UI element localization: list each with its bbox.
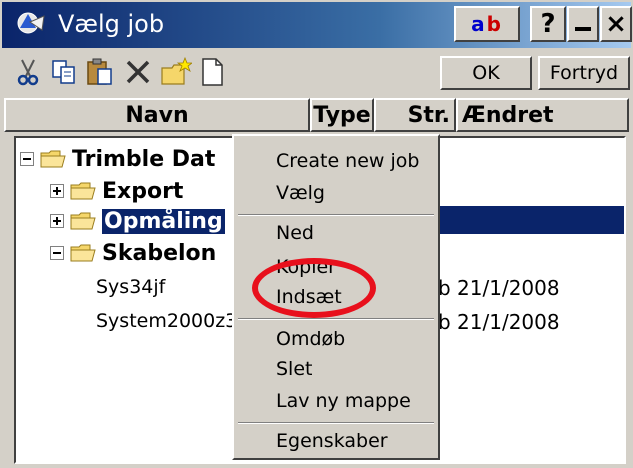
job-date: b 21/1/2008	[438, 276, 560, 300]
close-icon: ×	[605, 9, 627, 39]
tree-item-export[interactable]: Export	[50, 176, 183, 206]
minimize-button[interactable]	[567, 6, 599, 42]
selection-highlight	[436, 206, 624, 234]
column-type[interactable]: Type	[310, 98, 374, 132]
expand-icon[interactable]	[50, 214, 64, 228]
menu-item-lav-ny-mappe[interactable]: Lav ny mappe	[276, 388, 411, 414]
menu-separator	[238, 318, 434, 320]
menu-item-vaelg[interactable]: Vælg	[276, 180, 325, 206]
tree-item-label: Trimble Dat	[72, 146, 216, 172]
tree-item-label: Opmåling	[102, 208, 225, 234]
paste-icon[interactable]	[84, 56, 116, 88]
folder-icon	[70, 244, 96, 262]
job-row-sys34jf[interactable]: Sys34jf	[96, 272, 165, 302]
window-title: Vælg job	[58, 10, 165, 38]
column-header: Navn Type Str. Ændret	[4, 98, 629, 132]
input-mode-button[interactable]: ab	[454, 6, 520, 42]
help-button[interactable]: ?	[530, 6, 566, 42]
cut-icon[interactable]	[12, 56, 44, 88]
folder-icon	[40, 150, 66, 168]
close-button[interactable]: ×	[600, 6, 632, 42]
tree-item-label: Export	[102, 178, 184, 204]
input-mode-b: b	[486, 12, 503, 36]
tree-item-label: Skabelon	[102, 240, 217, 266]
menu-item-omdob[interactable]: Omdøb	[276, 326, 345, 352]
column-name[interactable]: Navn	[4, 98, 310, 132]
expand-icon[interactable]	[50, 184, 64, 198]
ok-button[interactable]: OK	[440, 56, 532, 90]
folder-icon	[70, 182, 96, 200]
menu-item-create-new-job[interactable]: Create new job	[276, 148, 419, 174]
app-icon	[17, 12, 45, 34]
tree-root[interactable]: Trimble Dat	[20, 144, 215, 174]
collapse-icon[interactable]	[50, 246, 64, 260]
menu-separator	[238, 214, 434, 216]
column-modified[interactable]: Ændret	[456, 98, 629, 132]
tree-item-skabelon[interactable]: Skabelon	[50, 238, 216, 268]
menu-item-ned[interactable]: Ned	[276, 220, 314, 246]
cancel-button[interactable]: Fortryd	[538, 56, 630, 90]
title-bar[interactable]: Vælg job ab ? ×	[2, 2, 632, 48]
menu-item-egenskaber[interactable]: Egenskaber	[276, 428, 388, 454]
toolbar: OK Fortryd	[2, 50, 631, 96]
column-size[interactable]: Str.	[374, 98, 456, 132]
delete-icon[interactable]	[122, 56, 154, 88]
job-name: System2000z3	[96, 310, 238, 332]
job-row-system2000z3[interactable]: System2000z3	[96, 306, 237, 336]
annotation-circle	[252, 258, 376, 318]
input-mode-a: a	[471, 12, 487, 36]
minimize-icon	[575, 27, 591, 31]
collapse-icon[interactable]	[20, 152, 34, 166]
menu-separator	[238, 422, 434, 424]
dialog-window: Vælg job ab ? × OK Fortryd Navn Type Str…	[0, 0, 633, 468]
menu-item-slet[interactable]: Slet	[276, 356, 312, 382]
copy-icon[interactable]	[48, 56, 80, 88]
new-folder-icon[interactable]	[160, 56, 192, 88]
job-date: b 21/1/2008	[438, 310, 560, 334]
folder-icon	[70, 212, 96, 230]
tree-item-opmaling[interactable]: Opmåling	[50, 206, 225, 236]
job-name: Sys34jf	[96, 276, 166, 298]
help-icon: ?	[540, 9, 556, 39]
new-document-icon[interactable]	[196, 56, 228, 88]
